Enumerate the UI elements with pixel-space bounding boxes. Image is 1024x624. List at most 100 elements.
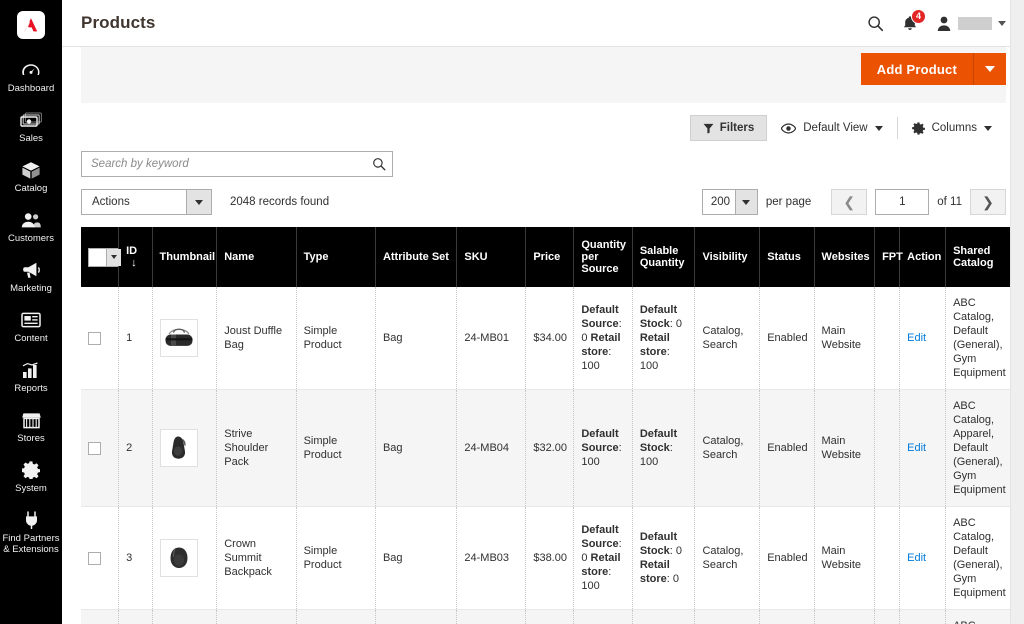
cell-thumbnail <box>152 506 218 610</box>
actions-select-label: Actions <box>92 196 130 208</box>
cell-name-value: Joust Duffle Bag <box>224 325 283 351</box>
grid-body: 1 Joust Duffle Bag Simple Product Bag 24-MB0… <box>81 287 1023 624</box>
cell-salable-quantity-source-value: : 0 <box>666 573 679 585</box>
products-grid-wrapper: ID↓ Thumbnail Name Type Attribute Set SKU Pric… <box>81 227 1023 624</box>
add-product-button[interactable]: Add Product <box>860 53 973 85</box>
search-icon[interactable] <box>867 15 884 32</box>
cell-name: Crown Summit Backpack <box>216 506 297 610</box>
per-page-select[interactable]: 200 <box>701 189 758 215</box>
default-view-selector[interactable]: Default View <box>767 115 896 141</box>
column-header-websites[interactable]: Websites <box>814 227 876 287</box>
edit-link[interactable]: Edit <box>907 552 926 564</box>
notification-count-badge: 4 <box>911 8 926 24</box>
column-header-sku[interactable]: SKU <box>456 227 527 287</box>
cell-quantity-per-source: Default Source: 100 <box>573 389 633 507</box>
column-header-fpt[interactable]: FPT <box>874 227 903 287</box>
table-row[interactable]: 4 Wayfarer Messenger BagSimple ProductBag… <box>81 609 1023 624</box>
edit-link[interactable]: Edit <box>907 442 926 454</box>
actions-left: Actions 2048 records found <box>81 189 329 215</box>
backpack-thumbnail <box>159 539 198 577</box>
table-row[interactable]: 2 Strive Shoulder Pack Simple Product Bag 24… <box>81 389 1023 507</box>
grid-header-row: ID↓ Thumbnail Name Type Attribute Set SKU Pric… <box>81 227 1023 287</box>
columns-selector[interactable]: Columns <box>898 115 1006 141</box>
page-edge-strip <box>1010 0 1024 624</box>
column-header-name[interactable]: Name <box>216 227 297 287</box>
row-checkbox-cell <box>81 609 120 624</box>
cell-websites: Main Website <box>814 609 876 624</box>
shoulder-pack-thumbnail <box>159 429 198 467</box>
cell-websites-value: Main Website <box>821 435 862 461</box>
column-header-status[interactable]: Status <box>759 227 815 287</box>
chevron-down-icon <box>106 248 121 266</box>
grid-header: ID↓ Thumbnail Name Type Attribute Set SKU Pric… <box>81 227 1023 287</box>
funnel-icon <box>703 123 714 133</box>
add-product-split-button: Add Product <box>860 53 1006 85</box>
page-title: Products <box>81 13 156 32</box>
filters-button[interactable]: Filters <box>689 115 768 141</box>
cell-attribute-set-value: Bag <box>382 442 403 454</box>
column-header-visibility[interactable]: Visibility <box>694 227 761 287</box>
sidebar-item-find-partners-extensions[interactable]: Find Partners & Extensions <box>0 504 62 561</box>
sidebar-item-label: Marketing <box>10 283 52 294</box>
search-input[interactable] <box>91 158 372 170</box>
cell-shared-catalog-value: ABC Catalog, Default (General), Gym Equi… <box>953 517 1006 599</box>
table-row[interactable]: 1 Joust Duffle Bag Simple Product Bag 24-MB0… <box>81 287 1023 390</box>
column-header-action[interactable]: Action <box>899 227 947 287</box>
sidebar-item-marketing[interactable]: Marketing <box>0 254 62 300</box>
sidebar-item-catalog[interactable]: Catalog <box>0 154 62 200</box>
sidebar-item-system[interactable]: System <box>0 454 62 500</box>
sidebar-item-stores[interactable]: Stores <box>0 404 62 450</box>
logo[interactable] <box>0 0 62 50</box>
cell-salable-quantity-source-value: : 0 <box>669 318 683 330</box>
sidebar-item-sales[interactable]: Sales <box>0 104 62 150</box>
cell-id: 2 <box>118 389 153 507</box>
cell-quantity-per-source: Default Source: 0 Retail store: 100 <box>573 609 633 624</box>
cell-type: Simple Product <box>296 609 376 624</box>
sidebar-item-reports[interactable]: Reports <box>0 354 62 400</box>
cell-sku: 24-MB01 <box>456 287 527 390</box>
actions-and-pagination-row: Actions 2048 records found 200 per page … <box>81 189 1006 215</box>
select-all-dropdown[interactable] <box>88 247 122 267</box>
main-sidebar: Dashboard Sales Catalog Customers Marketing C… <box>0 0 62 624</box>
sidebar-item-label: Catalog <box>14 183 48 194</box>
column-header-label: Quantity per Source <box>581 239 626 275</box>
sidebar-item-content[interactable]: Content <box>0 304 62 350</box>
cell-price: $38.00 <box>525 506 575 610</box>
cell-visibility: Catalog, Search <box>694 287 761 390</box>
column-header-id[interactable]: ID↓ <box>118 227 153 287</box>
system-icon <box>20 460 42 480</box>
row-checkbox[interactable] <box>88 331 101 345</box>
edit-link[interactable]: Edit <box>907 332 926 344</box>
records-found-label: 2048 records found <box>230 196 330 208</box>
cell-status: Enabled <box>759 287 815 390</box>
sidebar-item-customers[interactable]: Customers <box>0 204 62 250</box>
marketing-icon <box>20 260 42 280</box>
actions-select[interactable]: Actions <box>81 189 212 215</box>
user-avatar-icon <box>937 16 951 31</box>
bell-icon[interactable]: 4 <box>902 8 926 32</box>
column-header-attribute_set[interactable]: Attribute Set <box>375 227 458 287</box>
table-row[interactable]: 3 Crown Summit Backpack Simple Product Bag 2… <box>81 506 1023 610</box>
row-checkbox[interactable] <box>88 551 101 565</box>
column-header-qty_per_source[interactable]: Quantity per Source <box>573 227 633 287</box>
column-header-label: Websites <box>821 251 870 263</box>
dashboard-icon <box>20 60 42 80</box>
previous-page-button[interactable]: ❮ <box>831 189 868 215</box>
current-page-input[interactable]: 1 <box>875 189 930 215</box>
filters-label: Filters <box>719 122 755 134</box>
column-header-thumbnail[interactable]: Thumbnail <box>152 227 218 287</box>
column-header-price[interactable]: Price <box>525 227 575 287</box>
column-header-salable_qty[interactable]: Salable Quantity <box>632 227 696 287</box>
cell-visibility-value: Catalog, Search <box>702 545 744 571</box>
next-page-button[interactable]: ❯ <box>970 189 1006 215</box>
cell-type: Simple Product <box>296 506 376 610</box>
column-header-type[interactable]: Type <box>296 227 376 287</box>
user-menu[interactable] <box>936 15 1006 32</box>
row-checkbox[interactable] <box>88 441 101 455</box>
page-actions-band: Add Product <box>81 47 1006 103</box>
add-product-dropdown-toggle[interactable] <box>973 53 1006 85</box>
main-content: Products 4 Add Product Filters Default V… <box>62 0 1024 624</box>
stores-icon <box>20 410 42 430</box>
cell-action: Edit <box>899 506 947 610</box>
sidebar-item-dashboard[interactable]: Dashboard <box>0 54 62 100</box>
